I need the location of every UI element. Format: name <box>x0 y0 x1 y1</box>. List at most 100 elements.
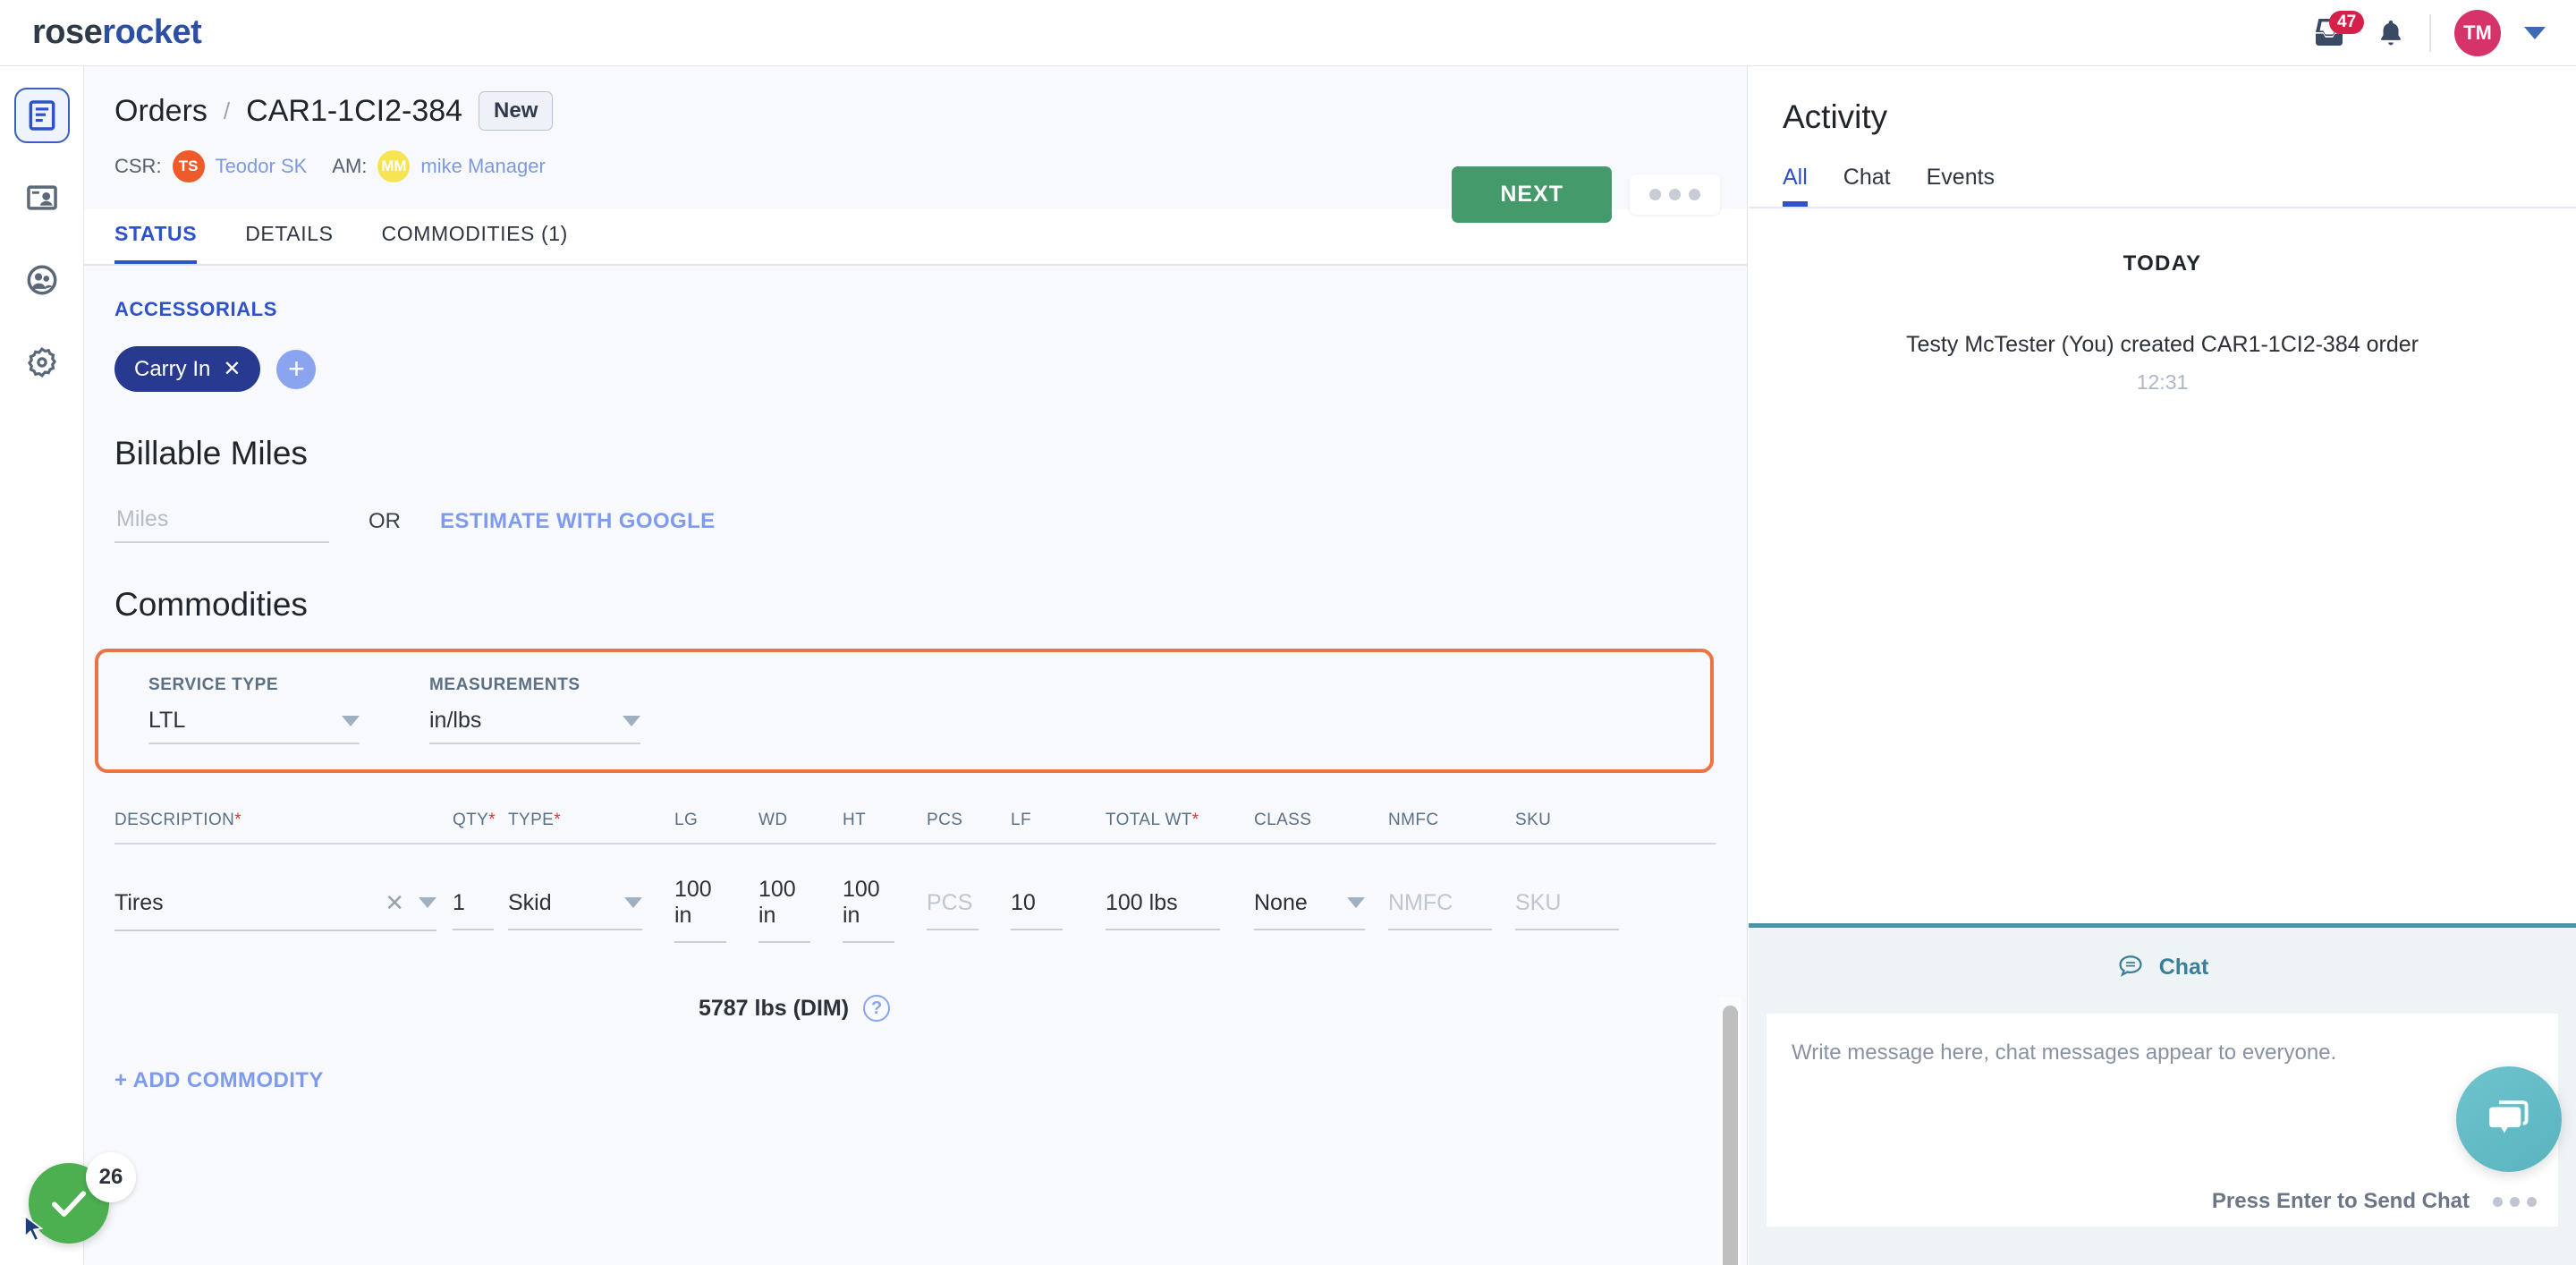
sidebar-item-settings[interactable] <box>14 335 70 390</box>
cell-type[interactable]: Skid <box>508 890 642 930</box>
commodity-nmfc-placeholder: NMFC <box>1388 889 1453 915</box>
order-header: Orders / CAR1-1CI2-384 New CSR: TS Teodo… <box>84 66 1747 183</box>
commodity-lg-value: 100 in <box>674 877 712 928</box>
service-type-value: LTL <box>148 708 186 733</box>
breadcrumb-separator: / <box>223 97 231 124</box>
cell-qty[interactable]: 1 <box>453 890 494 930</box>
am-label: AM: <box>332 155 368 177</box>
close-icon[interactable]: ✕ <box>223 356 241 382</box>
bell-icon <box>2381 20 2401 45</box>
measurements-field: MEASUREMENTS in/lbs <box>429 675 640 744</box>
chat-more-options-button[interactable] <box>2493 1196 2537 1207</box>
commodity-total-wt-value: 100 lbs <box>1106 889 1178 915</box>
or-label: OR <box>369 509 401 533</box>
chat-widget-button[interactable] <box>2456 1066 2562 1172</box>
left-sidebar <box>0 66 84 1265</box>
more-dot-icon <box>2493 1196 2503 1207</box>
chevron-down-icon[interactable] <box>2524 26 2546 39</box>
chevron-down-icon <box>623 715 640 726</box>
chevron-down-icon <box>342 715 360 726</box>
miles-input[interactable] <box>114 503 329 543</box>
sidebar-item-contacts[interactable] <box>14 170 70 225</box>
required-asterisk: * <box>488 811 496 829</box>
notifications-button[interactable] <box>2376 16 2406 50</box>
cell-description[interactable]: Tires ✕ <box>114 889 436 931</box>
cell-nmfc[interactable]: NMFC <box>1388 890 1492 930</box>
next-button[interactable]: NEXT <box>1452 166 1612 223</box>
user-avatar[interactable]: TM <box>2454 9 2501 56</box>
commodity-sku-placeholder: SKU <box>1515 889 1562 915</box>
column-header-qty: QTY* <box>453 811 496 829</box>
activity-tab-chat[interactable]: Chat <box>1843 165 1891 207</box>
more-dot-icon <box>2510 1196 2520 1207</box>
app-logo[interactable]: roserocket <box>32 13 202 52</box>
tab-details[interactable]: DETAILS <box>245 209 333 264</box>
chevron-down-icon[interactable] <box>419 897 436 908</box>
commodity-description-value: Tires <box>114 889 164 915</box>
column-header-sku: SKU <box>1515 811 1552 829</box>
cell-pcs[interactable]: PCS <box>927 890 979 930</box>
cell-wd[interactable]: 100 in <box>758 877 810 943</box>
cell-class[interactable]: None <box>1254 890 1365 930</box>
chat-input-box: Press Enter to Send Chat <box>1767 1014 2558 1227</box>
chat-message-input[interactable] <box>1767 1014 2558 1167</box>
commodity-settings-highlight: SERVICE TYPE LTL MEASUREMENTS in/lbs <box>95 649 1714 773</box>
tab-commodities[interactable]: COMMODITIES (1) <box>382 209 568 264</box>
table-row: Tires ✕ 1 Skid 100 in 100 in 100 in PCS … <box>114 877 1716 943</box>
inbox-button[interactable]: 47 <box>2309 10 2365 52</box>
people-icon <box>27 265 56 295</box>
csr-name[interactable]: Teodor SK <box>216 155 308 178</box>
activity-tab-all[interactable]: All <box>1783 165 1808 207</box>
am-name[interactable]: mike Manager <box>420 155 545 178</box>
top-bar-actions: 47 TM <box>2309 9 2546 56</box>
main-scrollbar[interactable] <box>1718 997 1741 1265</box>
more-dot-icon <box>1689 189 1700 200</box>
measurements-select[interactable]: in/lbs <box>429 708 640 744</box>
more-options-button[interactable] <box>1630 174 1720 215</box>
csr-label: CSR: <box>114 155 162 177</box>
commodities-table-header: DESCRIPTION* QTY* TYPE* LG WD HT PCS LF … <box>114 811 1716 845</box>
clear-description-icon[interactable]: ✕ <box>385 889 404 917</box>
accessorials-label: ACCESSORIALS <box>114 298 277 320</box>
mouse-cursor <box>16 1210 52 1253</box>
add-accessorial-button[interactable]: + <box>276 349 317 389</box>
billable-miles-heading: Billable Miles <box>114 435 308 471</box>
cell-sku[interactable]: SKU <box>1515 890 1619 930</box>
main-panel: Orders / CAR1-1CI2-384 New CSR: TS Teodo… <box>84 66 1748 1265</box>
chat-bubble-icon <box>2119 955 2142 977</box>
column-header-description: DESCRIPTION* <box>114 811 242 829</box>
commodity-qty-value: 1 <box>453 889 465 915</box>
commodity-pcs-placeholder: PCS <box>927 889 973 915</box>
cell-total-wt[interactable]: 100 lbs <box>1106 890 1220 930</box>
sidebar-item-orders[interactable] <box>13 88 70 143</box>
add-commodity-button[interactable]: + ADD COMMODITY <box>114 1068 1747 1093</box>
chat-header: Chat <box>1749 928 2576 981</box>
activity-tabs-wrap: All Chat Events <box>1749 165 2576 208</box>
column-header-wd: WD <box>758 811 788 829</box>
cell-lg[interactable]: 100 in <box>674 877 726 943</box>
activity-entry-text: Testy McTester (You) created CAR1-1CI2-3… <box>1906 332 2419 357</box>
status-tab-content: ACCESSORIALS Carry In ✕ + Billable Miles… <box>84 266 1747 1259</box>
am-avatar[interactable]: MM <box>377 150 411 183</box>
cell-ht[interactable]: 100 in <box>843 877 894 943</box>
cell-lf[interactable]: 10 <box>1011 890 1063 930</box>
send-chat-hint[interactable]: Press Enter to Send Chat <box>2212 1189 2470 1214</box>
main-scrollbar-thumb[interactable] <box>1723 1006 1738 1265</box>
activity-tab-events[interactable]: Events <box>1927 165 1995 207</box>
breadcrumb-orders[interactable]: Orders <box>114 94 208 129</box>
chat-header-label: Chat <box>2158 954 2209 980</box>
accessorial-chip-carry-in[interactable]: Carry In ✕ <box>114 346 261 392</box>
commodity-type-value: Skid <box>508 889 552 915</box>
chevron-down-icon[interactable] <box>624 897 642 908</box>
chevron-down-icon[interactable] <box>1347 897 1365 908</box>
required-asterisk: * <box>234 811 242 829</box>
service-type-select[interactable]: LTL <box>148 708 360 744</box>
estimate-with-google-link[interactable]: ESTIMATE WITH GOOGLE <box>440 509 716 543</box>
tab-status[interactable]: STATUS <box>114 209 198 264</box>
question-mark-icon[interactable]: ? <box>863 995 891 1022</box>
activity-title: Activity <box>1783 98 1888 135</box>
commodity-wd-value: 100 in <box>758 877 796 928</box>
sidebar-item-team[interactable] <box>14 252 70 308</box>
csr-avatar[interactable]: TS <box>172 150 205 183</box>
activity-tabs: All Chat Events <box>1749 165 2576 207</box>
